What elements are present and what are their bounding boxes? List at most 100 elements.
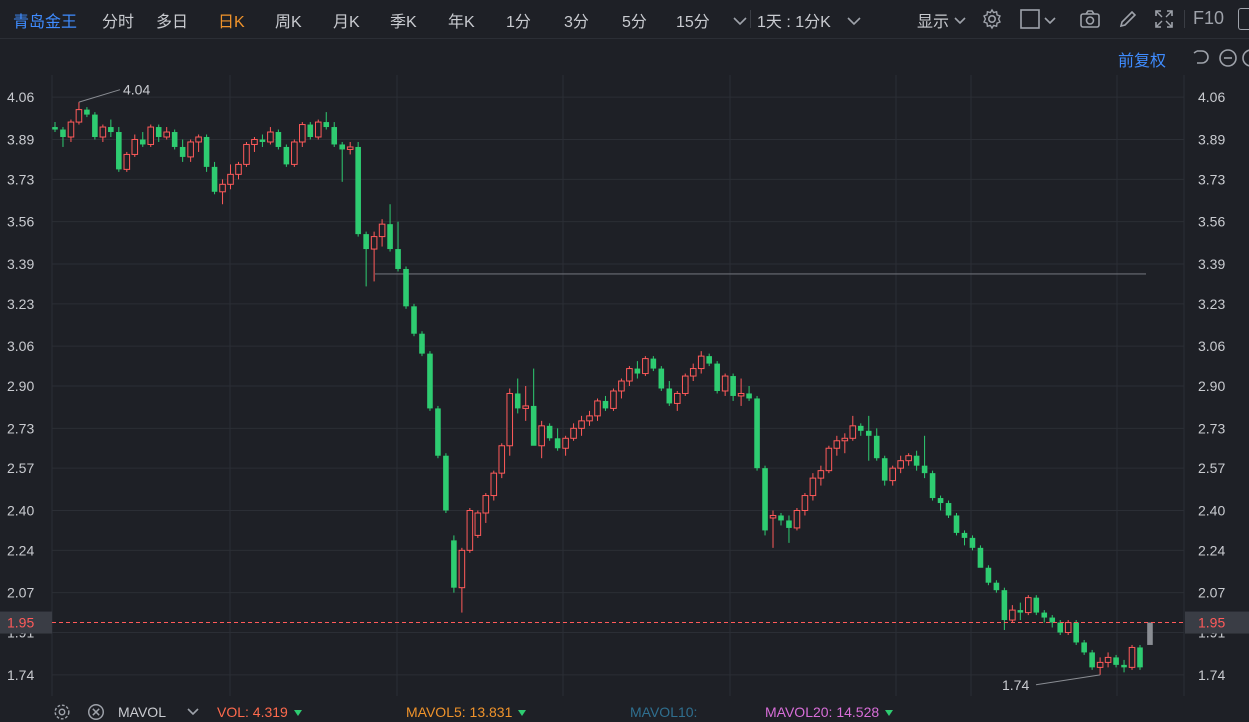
candle[interactable]	[945, 500, 952, 518]
candle[interactable]	[610, 388, 617, 411]
indicator-selector[interactable]: MAVOL	[118, 704, 166, 720]
tab-monthly-k[interactable]: 月K	[333, 8, 360, 32]
tab-5min[interactable]: 5分	[622, 8, 647, 32]
candle[interactable]	[1089, 649, 1095, 670]
candle[interactable]	[985, 565, 992, 586]
candle-body	[554, 438, 561, 449]
candle[interactable]	[243, 141, 250, 167]
candle[interactable]	[825, 445, 833, 474]
candle[interactable]	[681, 373, 689, 396]
candle[interactable]	[929, 470, 936, 501]
camera-icon[interactable]	[1079, 8, 1101, 30]
candle-body	[881, 458, 888, 481]
candle[interactable]	[754, 395, 760, 471]
candle-body	[626, 368, 633, 382]
candle[interactable]	[355, 141, 361, 237]
candle[interactable]	[490, 470, 498, 501]
candle-body	[451, 540, 457, 588]
f10-button[interactable]: F10	[1193, 8, 1224, 29]
candle[interactable]	[419, 331, 425, 357]
tab-quarterly-k[interactable]: 季K	[390, 8, 417, 32]
candle[interactable]	[793, 508, 801, 531]
candle[interactable]	[474, 510, 482, 538]
candle[interactable]	[642, 356, 649, 377]
tab-yearly-k[interactable]: 年K	[448, 8, 475, 32]
gear-icon[interactable]	[981, 8, 1003, 30]
tab-multi-day[interactable]: 多日	[156, 8, 188, 32]
candle-body	[235, 163, 242, 175]
candle[interactable]	[291, 139, 298, 167]
display-menu[interactable]: 显示	[917, 8, 949, 32]
zoom-in-icon[interactable]	[1240, 47, 1249, 69]
candle[interactable]	[92, 112, 98, 140]
top-toolbar: 青岛金王 分时 多日 日K 周K 月K 季K 年K 1分 3分 5分 15分 1…	[0, 0, 1249, 39]
candle-body	[546, 425, 553, 439]
candle-body	[283, 146, 290, 165]
candle[interactable]	[427, 351, 433, 411]
y-tick-label-right: 3.56	[1198, 214, 1225, 230]
y-tick-label-right: 2.24	[1198, 542, 1225, 558]
settings-gear-icon[interactable]	[52, 702, 72, 722]
candle[interactable]	[435, 405, 441, 459]
display-chevron-down-icon[interactable]	[953, 10, 967, 30]
candle[interactable]	[953, 512, 960, 536]
tab-15min[interactable]: 15分	[676, 8, 710, 32]
toolbar-divider-2	[1184, 10, 1185, 28]
range-chevron-down-icon[interactable]	[843, 10, 865, 32]
candle-body	[267, 131, 274, 143]
chart-canvas[interactable]: 4.06 4.06 3.89 3.89 3.73 3.73 3.56 3.56 3.39 3.39…	[0, 75, 1249, 696]
candle-body	[323, 122, 330, 128]
tab-weekly-k[interactable]: 周K	[275, 8, 302, 32]
y-tick-label-left: 2.07	[7, 585, 34, 601]
candle[interactable]	[762, 465, 768, 536]
candlestick-chart[interactable]: 4.06 4.06 3.89 3.89 3.73 3.73 3.56 3.56 3.39 3.39…	[0, 75, 1249, 696]
candle[interactable]	[171, 129, 178, 150]
tab-1min[interactable]: 1分	[506, 8, 531, 32]
candle[interactable]	[1137, 644, 1143, 670]
candle[interactable]	[443, 453, 449, 513]
range-selector[interactable]: 1天 : 1分K	[757, 8, 831, 32]
undo-icon[interactable]	[1189, 47, 1211, 69]
candle[interactable]	[411, 303, 417, 337]
candle[interactable]	[714, 361, 720, 394]
adjust-mode-selector[interactable]: 前复权	[1118, 47, 1166, 71]
candle[interactable]	[314, 119, 322, 140]
candle[interactable]	[1025, 595, 1032, 616]
tab-daily-k[interactable]: 日K	[218, 8, 245, 32]
candle[interactable]	[658, 366, 665, 391]
chevron-down-icon[interactable]	[729, 10, 751, 32]
tab-intraday[interactable]: 分时	[102, 8, 134, 32]
mavol10-text: MAVOL10:	[630, 704, 698, 720]
candle[interactable]	[506, 388, 514, 456]
y-tick-label-right: 2.07	[1198, 585, 1225, 601]
candle[interactable]	[498, 443, 506, 479]
candle[interactable]	[123, 151, 131, 172]
candle[interactable]	[451, 535, 457, 593]
candle[interactable]	[116, 127, 122, 172]
live-candle	[1147, 622, 1153, 645]
candle[interactable]	[147, 124, 155, 147]
candle[interactable]	[307, 122, 314, 140]
candle[interactable]	[275, 129, 282, 150]
candle[interactable]	[403, 266, 409, 309]
candle[interactable]	[977, 545, 984, 568]
close-indicator-icon[interactable]	[86, 702, 106, 722]
candle[interactable]	[1033, 595, 1040, 616]
tab-3min[interactable]: 3分	[564, 8, 589, 32]
candle[interactable]	[466, 508, 474, 553]
candle[interactable]	[546, 423, 553, 441]
checkbox-icon[interactable]	[1019, 8, 1041, 30]
candle[interactable]	[283, 144, 290, 167]
zoom-out-icon[interactable]	[1217, 47, 1239, 69]
fullscreen-icon[interactable]	[1153, 8, 1175, 30]
indicator-chevron-down-icon[interactable]	[186, 704, 200, 720]
checkbox-chevron-down-icon[interactable]	[1043, 10, 1057, 30]
side-panel-toggle[interactable]	[1238, 8, 1249, 30]
stock-name[interactable]: 青岛金王	[13, 8, 77, 32]
pencil-icon[interactable]	[1117, 8, 1139, 30]
candle-body	[889, 467, 896, 482]
candle[interactable]	[203, 134, 210, 172]
candle[interactable]	[1128, 644, 1136, 670]
candle[interactable]	[1073, 620, 1079, 645]
candle-body	[778, 515, 784, 521]
